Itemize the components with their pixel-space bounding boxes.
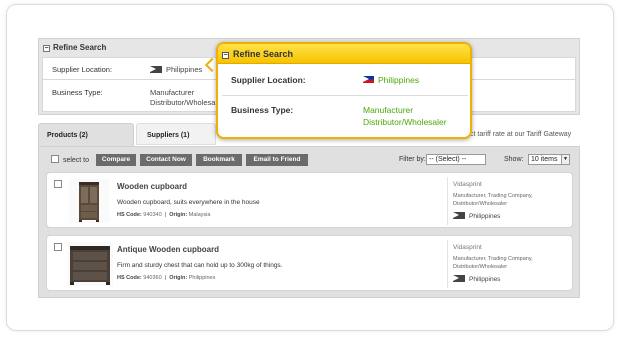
supplier-name-link[interactable]: Vidasprint — [453, 181, 482, 188]
antique-cupboard-image[interactable] — [67, 242, 113, 286]
philippines-flag-icon — [363, 76, 374, 83]
popup-supplier-location-label: Supplier Location: — [231, 75, 306, 85]
philippines-flag-icon — [453, 275, 465, 282]
products-panel: select to Compare Contact Now Bookmark E… — [38, 146, 580, 298]
product-description: Firm and sturdy chest that can hold up t… — [117, 262, 283, 269]
show-label: Show: — [504, 156, 524, 163]
business-type-label: Business Type: — [52, 88, 103, 97]
collapse-icon[interactable]: − — [43, 45, 50, 52]
product-codes: HS Code: 940340 | Origin: Malaysia — [117, 212, 211, 218]
contact-now-button[interactable]: Contact Now — [140, 154, 192, 166]
compare-button[interactable]: Compare — [96, 154, 136, 166]
business-type-manufacturer-link[interactable]: Manufacturer — [150, 88, 194, 97]
popup-header[interactable]: − Refine Search — [218, 44, 470, 64]
wooden-cupboard-image[interactable] — [69, 179, 109, 223]
popup-business-type-manufacturer-link[interactable]: Manufacturer — [363, 104, 413, 116]
supplier-country: Philippines — [453, 275, 500, 283]
supplier-type: Manufacturer, Trading Company, Distributo… — [453, 193, 533, 207]
product-item: Wooden cupboard Wooden cupboard, suits e… — [46, 172, 573, 228]
philippines-flag-icon — [453, 212, 465, 219]
dropdown-arrow-icon: ▼ — [561, 155, 569, 164]
collapse-icon[interactable]: − — [222, 52, 229, 59]
supplier-country: Philippines — [453, 212, 500, 220]
philippines-flag-icon — [150, 66, 162, 73]
filter-by-select[interactable]: -- (Select) -- — [426, 154, 486, 165]
select-to-label: select to — [62, 157, 90, 164]
products-toolbar: select to Compare Contact Now Bookmark E… — [47, 154, 577, 166]
product-checkbox[interactable] — [54, 243, 62, 251]
popup-business-type-label: Business Type: — [231, 105, 294, 115]
popup-supplier-location-link[interactable]: Philippines — [363, 74, 419, 86]
bookmark-button[interactable]: Bookmark — [196, 154, 242, 166]
product-title-link[interactable]: Antique Wooden cupboard — [117, 245, 219, 254]
divider — [447, 240, 448, 288]
supplier-type: Manufacturer, Trading Company, Distributo… — [453, 256, 533, 270]
popup-business-type-distributor-link[interactable]: Distributor/Wholesaler — [363, 116, 447, 128]
tab-products[interactable]: Products (2) — [38, 123, 134, 147]
popup-title: Refine Search — [233, 49, 294, 59]
product-description: Wooden cupboard, suits everywhere in the… — [117, 199, 260, 206]
tab-suppliers[interactable]: Suppliers (1) — [136, 123, 216, 145]
tariff-gateway-text[interactable]: ct tariff rate at our Tariff Gateway — [470, 131, 571, 138]
supplier-name-link[interactable]: Vidasprint — [453, 244, 482, 251]
supplier-location-label: Supplier Location: — [52, 65, 113, 74]
select-all-group: select to — [51, 155, 89, 164]
divider — [447, 177, 448, 225]
product-codes: HS Code: 940360 | Origin: Philippines — [117, 275, 216, 281]
product-title-link[interactable]: Wooden cupboard — [117, 182, 187, 191]
select-all-checkbox[interactable] — [51, 155, 59, 163]
refine-search-popup: − Refine Search Supplier Location: Philip… — [216, 42, 472, 139]
email-to-friend-button[interactable]: Email to Friend — [246, 154, 308, 166]
business-type-distributor-link[interactable]: Distributor/Wholesaler — [150, 98, 224, 107]
refine-search-title: Refine Search — [53, 43, 107, 52]
supplier-location-link[interactable]: Philippines — [150, 65, 202, 74]
popup-supplier-location-row: Supplier Location: Philippines — [222, 66, 468, 96]
filter-by-label: Filter by: — [399, 156, 426, 163]
product-item: Antique Wooden cupboard Firm and sturdy … — [46, 235, 573, 291]
show-items-select[interactable]: 10 items ▼ — [528, 154, 570, 165]
popup-business-type-row: Business Type: Manufacturer Distributor/… — [222, 98, 468, 136]
product-checkbox[interactable] — [54, 180, 62, 188]
